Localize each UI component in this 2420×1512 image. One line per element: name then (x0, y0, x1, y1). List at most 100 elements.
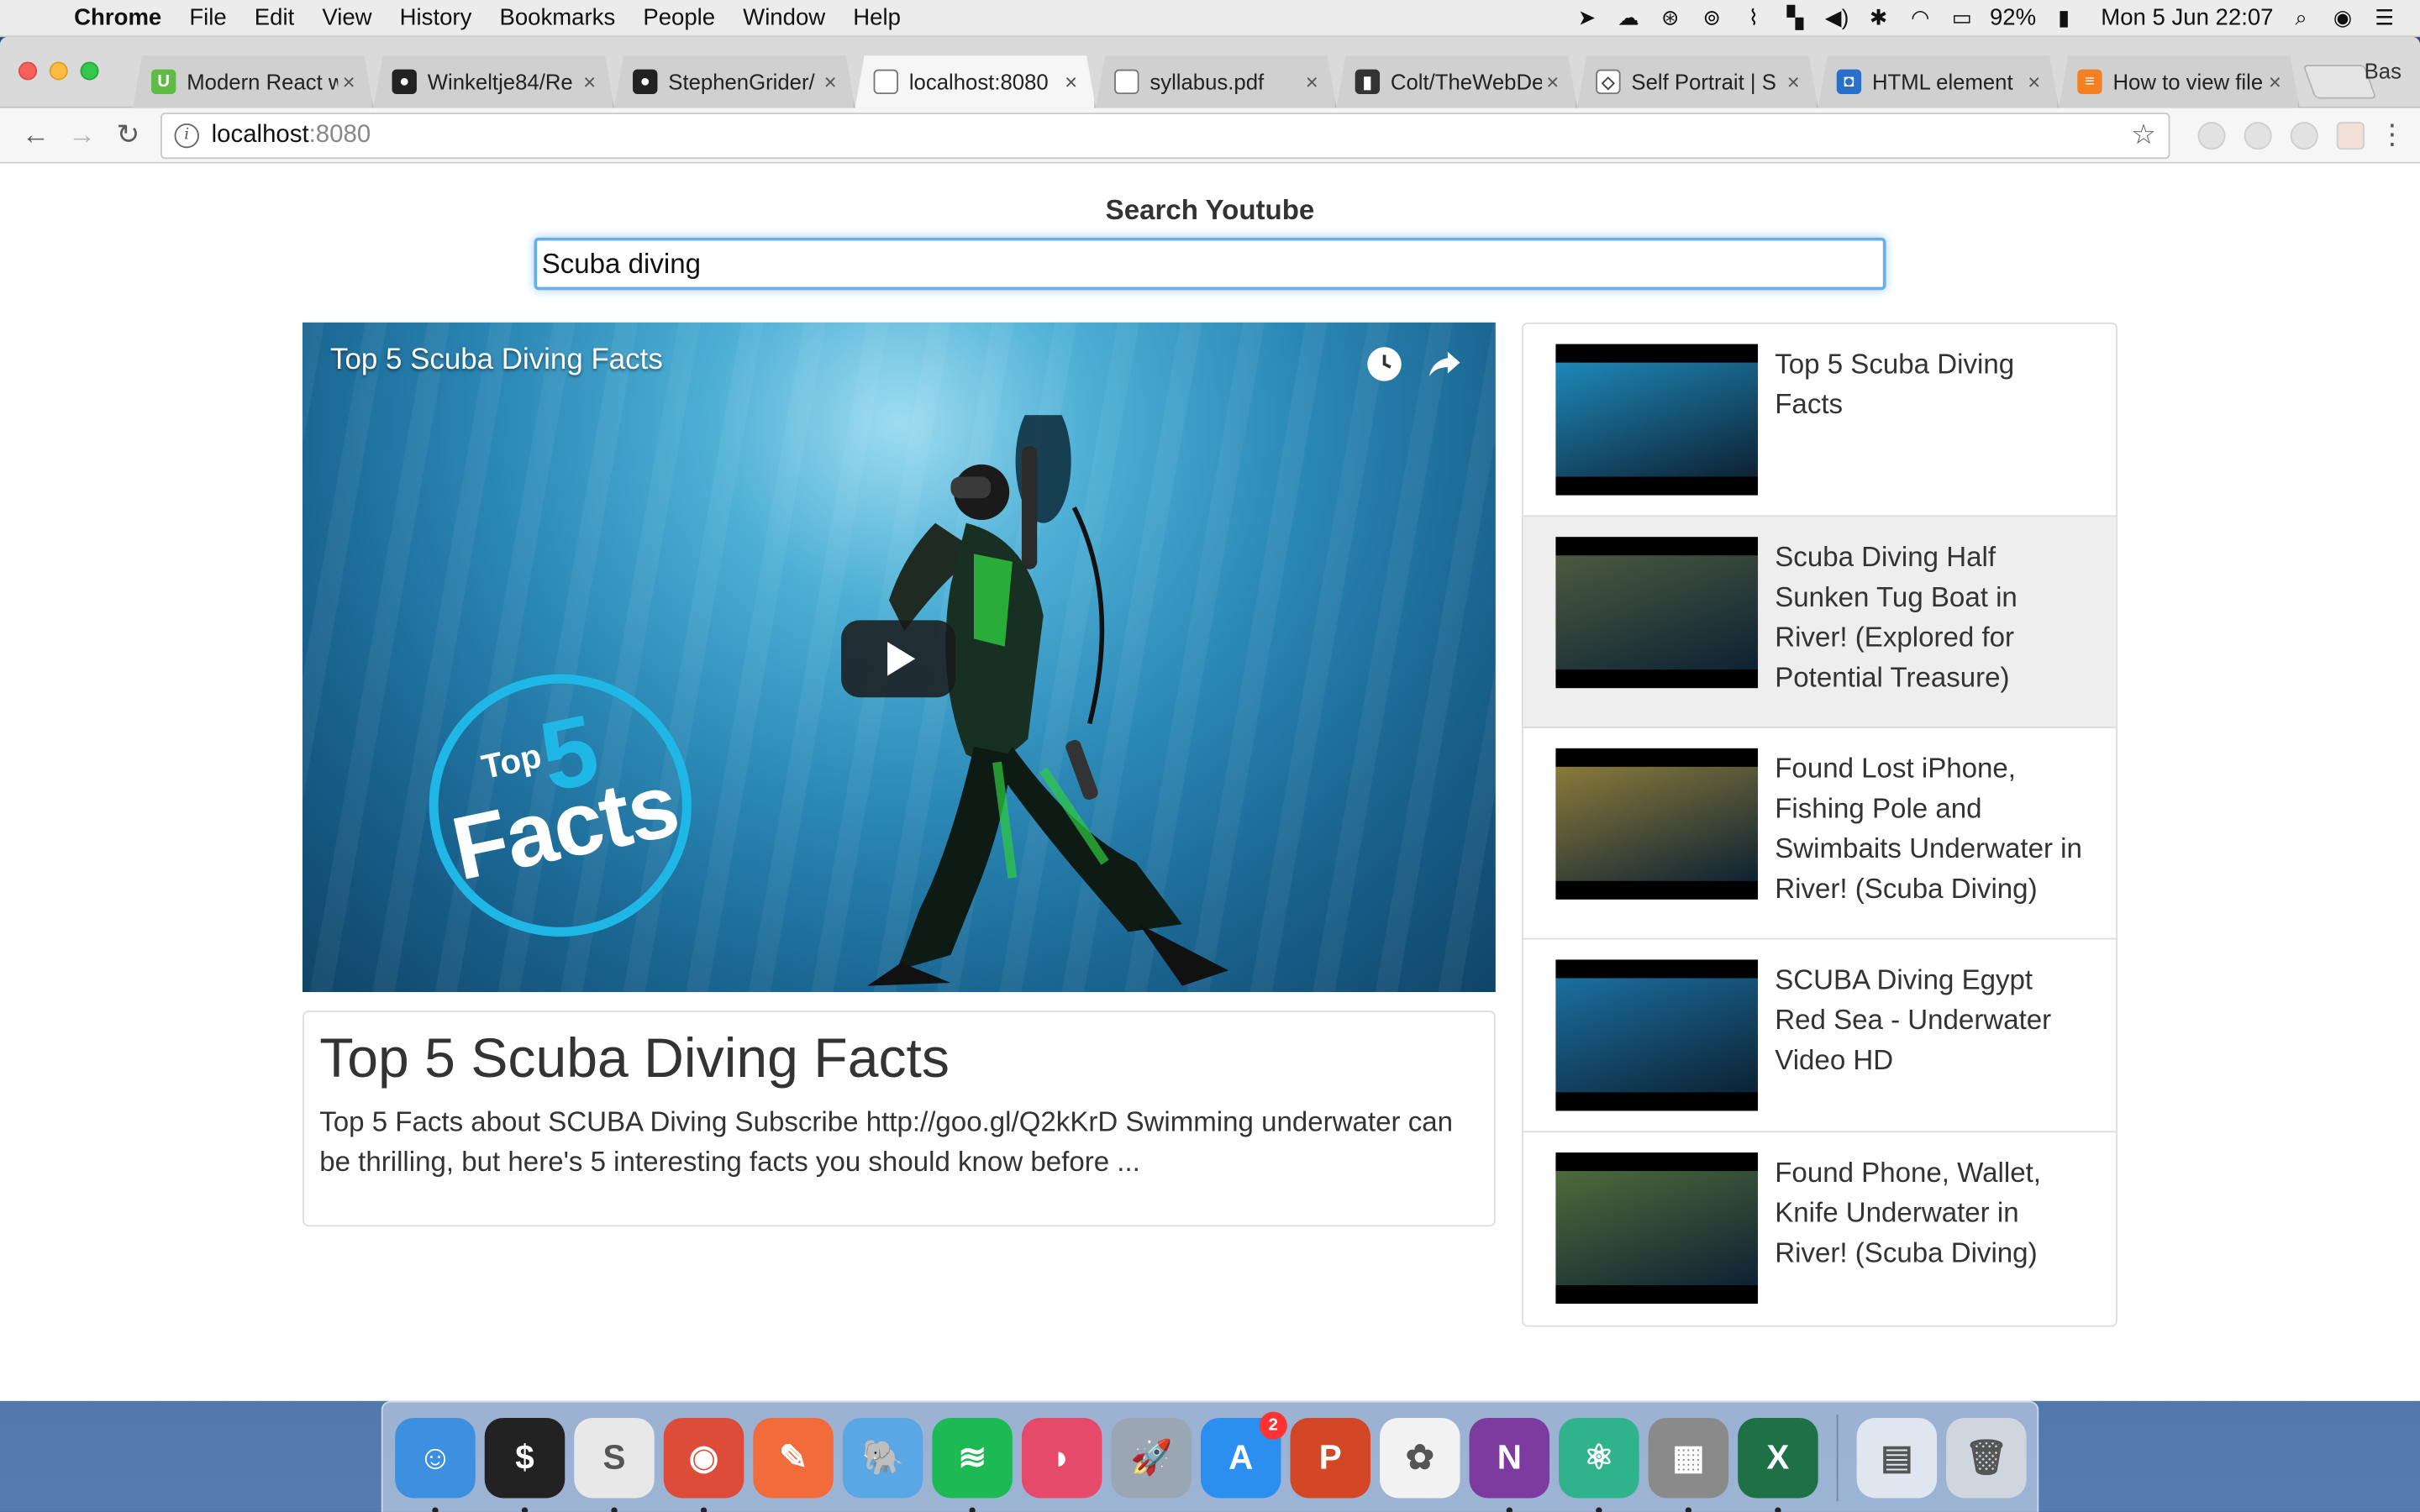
spotify-icon[interactable]: ≋ (932, 1417, 1013, 1512)
tab-1[interactable]: ● Winkeltje84/Re × (373, 55, 614, 108)
github-icon: ● (392, 70, 417, 94)
video-list-title[interactable]: Found Phone, Wallet, Knife Underwater in… (1775, 1152, 2085, 1305)
launchpad-icon[interactable]: 🚀 (1111, 1417, 1192, 1498)
zoom-window-button[interactable] (80, 61, 99, 81)
finder-icon[interactable]: ☺ (395, 1417, 476, 1512)
tab-close-icon[interactable]: × (1542, 70, 1564, 94)
video-list-item[interactable]: SCUBA Diving Egypt Red Sea - Underwater … (1523, 940, 2117, 1133)
menu-window[interactable]: Window (729, 0, 839, 36)
video-list-title[interactable]: Found Lost iPhone, Fishing Pole and Swim… (1775, 748, 2085, 918)
airplay-icon[interactable]: ▭ (1948, 5, 1975, 29)
tab-close-icon[interactable]: × (2264, 70, 2286, 94)
menu-app-chrome[interactable]: Chrome (61, 0, 175, 36)
video-list-item[interactable]: Found Phone, Wallet, Knife Underwater in… (1523, 1132, 2116, 1326)
arrow-status-icon[interactable]: ➤ (1573, 5, 1601, 29)
extension-icon[interactable] (2244, 121, 2272, 150)
close-window-button[interactable] (18, 61, 38, 81)
search-input[interactable] (534, 237, 1886, 291)
tab-8[interactable]: ≡ How to view file × (2059, 55, 2300, 108)
notification-badge: 2 (1259, 1410, 1287, 1439)
onenote-icon[interactable]: N (1469, 1417, 1550, 1512)
video-thumbnail[interactable] (1555, 1152, 1759, 1305)
menu-people[interactable]: People (629, 0, 729, 36)
notification-center-icon[interactable]: ☰ (2370, 5, 2398, 29)
extension-icon[interactable] (2197, 121, 2226, 150)
powerpoint-icon[interactable]: P (1290, 1417, 1371, 1498)
tab-6[interactable]: ◇ Self Portrait | S × (1577, 55, 1818, 108)
minimize-window-button[interactable] (49, 61, 68, 81)
site-info-icon[interactable]: i (174, 123, 199, 148)
menu-bookmarks[interactable]: Bookmarks (486, 0, 629, 36)
video-list-item[interactable]: Top 5 Scuba Diving Facts (1523, 324, 2117, 517)
tab-close-icon[interactable]: × (819, 70, 841, 94)
back-button[interactable]: ← (13, 113, 59, 156)
tab-close-icon[interactable]: × (2023, 70, 2045, 94)
share-icon[interactable] (1424, 344, 1465, 385)
document-stack-icon[interactable]: ▤ (1856, 1417, 1938, 1498)
chrome-menu-icon[interactable]: ⋮ (2377, 118, 2408, 151)
tab-2[interactable]: ● StephenGrider/× (614, 55, 855, 108)
tab-3[interactable]: localhost:8080 × (855, 55, 1097, 108)
video-thumbnail[interactable] (1555, 537, 1759, 689)
clock[interactable]: Mon 5 Jun 22:07 (2101, 5, 2273, 31)
tab-close-icon[interactable]: × (1782, 70, 1804, 94)
battery-percent[interactable]: 92% (1990, 5, 2036, 31)
reload-button[interactable]: ↻ (105, 113, 151, 156)
video-list-title[interactable]: Top 5 Scuba Diving Facts (1775, 344, 2085, 496)
watch-later-icon[interactable] (1365, 344, 1405, 385)
video-list-item[interactable]: Found Lost iPhone, Fishing Pole and Swim… (1523, 728, 2117, 940)
spotlight-search-icon[interactable]: ⌕ (2287, 5, 2315, 29)
trash-icon[interactable]: 🗑 (1946, 1417, 2027, 1498)
video-thumbnail[interactable] (1555, 959, 1759, 1111)
address-bar[interactable]: i localhost:8080 ☆ (160, 112, 2170, 159)
lips-icon[interactable]: ◗ (1021, 1417, 1102, 1498)
thumbnail-image (1555, 555, 1759, 670)
player-title[interactable]: Top 5 Scuba Diving Facts (330, 344, 663, 378)
tab-4[interactable]: syllabus.pdf × (1096, 55, 1337, 108)
play-button[interactable] (841, 620, 955, 698)
video-player[interactable]: 5 Top Facts Top 5 Scuba Diving Facts (302, 322, 1496, 993)
menu-history[interactable]: History (386, 0, 486, 36)
tab-close-icon[interactable]: × (579, 70, 601, 94)
chrome-icon[interactable]: ◉ (663, 1417, 744, 1512)
video-list-item[interactable]: Scuba Diving Half Sunken Tug Boat in Riv… (1523, 517, 2117, 728)
creative-cloud-icon[interactable]: ⊛ (1656, 5, 1684, 29)
sync-status-icon[interactable]: ⊚ (1698, 5, 1726, 29)
menu-file[interactable]: File (176, 0, 240, 36)
bluetooth-icon[interactable]: ✱ (1865, 5, 1892, 29)
tab-7[interactable]: ◘ HTML element × (1818, 55, 2060, 108)
tab-0[interactable]: U Modern React w × (133, 55, 374, 108)
grid-layout-icon[interactable]: ▚ (1781, 5, 1809, 29)
atom-icon[interactable]: ⚛ (1559, 1417, 1639, 1512)
app-store-icon[interactable]: A2 (1200, 1410, 1287, 1498)
menu-help[interactable]: Help (839, 0, 915, 36)
siri-icon[interactable]: ◉ (2329, 5, 2357, 29)
tab-close-icon[interactable]: × (338, 70, 360, 94)
tab-close-icon[interactable]: × (1301, 70, 1323, 94)
forward-button[interactable]: → (59, 113, 105, 156)
video-list-title[interactable]: Scuba Diving Half Sunken Tug Boat in Riv… (1775, 537, 2085, 706)
cloud-status-icon[interactable]: ☁ (1615, 5, 1643, 29)
video-list-title[interactable]: SCUBA Diving Egypt Red Sea - Underwater … (1775, 959, 2085, 1110)
extension-icon[interactable] (2290, 121, 2318, 150)
battery-icon[interactable]: ▮ (2050, 5, 2078, 29)
terminal-icon[interactable]: $ (484, 1417, 566, 1512)
excel-icon[interactable]: X (1738, 1417, 1818, 1512)
menu-edit[interactable]: Edit (240, 0, 308, 36)
video-thumbnail[interactable] (1555, 344, 1759, 496)
wifi-icon[interactable]: ◠ (1907, 5, 1934, 29)
tableplus-icon[interactable]: 🐘 (842, 1417, 923, 1498)
bookmark-star-icon[interactable]: ☆ (2131, 118, 2156, 151)
photos-icon[interactable]: ✿ (1380, 1417, 1460, 1498)
video-thumbnail[interactable] (1555, 748, 1759, 900)
pencil-icon[interactable]: ✎ (753, 1417, 834, 1498)
extension-icon[interactable] (2336, 121, 2365, 150)
slack-icon[interactable]: S (574, 1417, 655, 1512)
tab-close-icon[interactable]: × (1060, 70, 1082, 94)
profile-button[interactable]: Bas (2365, 59, 2402, 83)
paperclip-icon[interactable]: ⌇ (1739, 5, 1767, 29)
calculator-icon[interactable]: ▦ (1648, 1417, 1729, 1512)
tab-5[interactable]: ▮ Colt/TheWebDe × (1337, 55, 1578, 108)
volume-icon[interactable]: ◀) (1823, 5, 1851, 29)
menu-view[interactable]: View (308, 0, 386, 36)
